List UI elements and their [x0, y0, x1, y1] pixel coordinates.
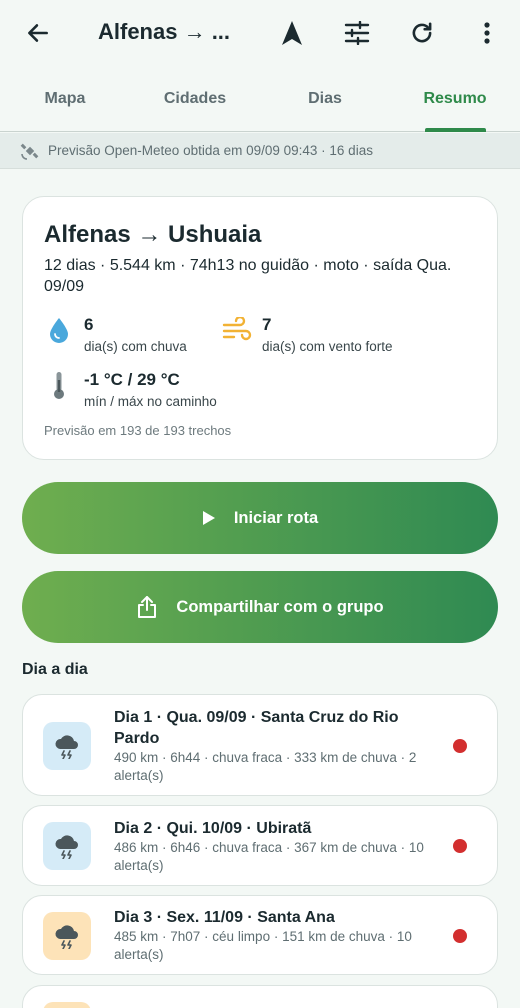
tab-indicator [425, 128, 486, 132]
water-drop-icon [44, 315, 74, 345]
refresh-icon[interactable] [402, 13, 442, 53]
tab-mapa[interactable]: Mapa [0, 90, 130, 108]
storm-cloud-icon [43, 722, 91, 770]
tab-cidades[interactable]: Cidades [130, 90, 260, 108]
temperature-range-value: -1 °C / 29 °C [84, 370, 180, 389]
day-meta: 490 km · 6h44 · chuva fraca · 333 km de … [114, 750, 417, 783]
app-bar: Alfenas → ... [0, 0, 520, 66]
arrow-back-icon[interactable] [18, 13, 58, 53]
day-card[interactable]: Dia 3 · Sex. 11/09 · Santa Ana 485 km · … [22, 895, 498, 975]
alert-dot [453, 929, 467, 943]
rain-days-value: 6 [84, 315, 94, 334]
wind-icon [222, 315, 252, 345]
route-title: Alfenas → Ushuaia [44, 221, 262, 248]
start-route-button[interactable]: Iniciar rota [22, 482, 498, 554]
sliders-icon[interactable] [337, 13, 377, 53]
temperature-range-label: mín / máx no caminho [84, 394, 217, 409]
more-vert-icon[interactable] [467, 13, 507, 53]
navigation-arrow-icon[interactable] [272, 13, 312, 53]
tab-resumo[interactable]: Resumo [390, 90, 520, 108]
alert-dot [453, 839, 467, 853]
storm-cloud-icon [43, 822, 91, 870]
rain-days-label: dia(s) com chuva [84, 339, 187, 354]
forecast-coverage: Previsão em 193 de 193 trechos [44, 423, 232, 438]
storm-cloud-icon [43, 912, 91, 960]
route-summary-card: Alfenas → Ushuaia 12 dias · 5.544 km · 7… [22, 196, 498, 460]
section-title-day-by-day: Dia a dia [22, 661, 88, 678]
day-card[interactable]: Dia 2 · Qui. 10/09 · Ubiratã 486 km · 6h… [22, 805, 498, 886]
day-card[interactable] [22, 985, 498, 1008]
route-subtitle: 12 dias · 5.544 km · 74h13 no guidão · m… [44, 257, 452, 295]
alert-dot [453, 739, 467, 753]
thermometer-icon [44, 370, 74, 400]
wind-days-value: 7 [262, 315, 272, 334]
page-title: Alfenas → ... [98, 19, 231, 44]
satellite-icon [20, 141, 40, 166]
share-group-button[interactable]: Compartilhar com o grupo [22, 571, 498, 643]
day-card[interactable]: Dia 1 · Qua. 09/09 · Santa Cruz do Rio P… [22, 694, 498, 796]
share-group-label: Compartilhar com o grupo [176, 597, 384, 616]
start-route-label: Iniciar rota [233, 508, 319, 527]
play-icon [202, 510, 216, 526]
forecast-info-bar: Previsão Open-Meteo obtida em 09/09 09:4… [0, 133, 520, 169]
tab-bar: Mapa Cidades Dias Resumo [0, 66, 520, 132]
day-title: Dia 1 · Qua. 09/09 · Santa Cruz do Rio P… [114, 709, 399, 747]
day-meta: 486 km · 6h46 · chuva fraca · 367 km de … [114, 840, 424, 873]
wind-days-label: dia(s) com vento forte [262, 339, 393, 354]
weather-icon [43, 1002, 91, 1008]
tab-dias[interactable]: Dias [260, 90, 390, 108]
day-meta: 485 km · 7h07 · céu limpo · 151 km de ch… [114, 929, 412, 962]
share-icon [136, 595, 158, 619]
day-title: Dia 2 · Qui. 10/09 · Ubiratã [114, 820, 312, 837]
forecast-info-text: Previsão Open-Meteo obtida em 09/09 09:4… [48, 143, 373, 158]
day-title: Dia 3 · Sex. 11/09 · Santa Ana [114, 909, 335, 926]
